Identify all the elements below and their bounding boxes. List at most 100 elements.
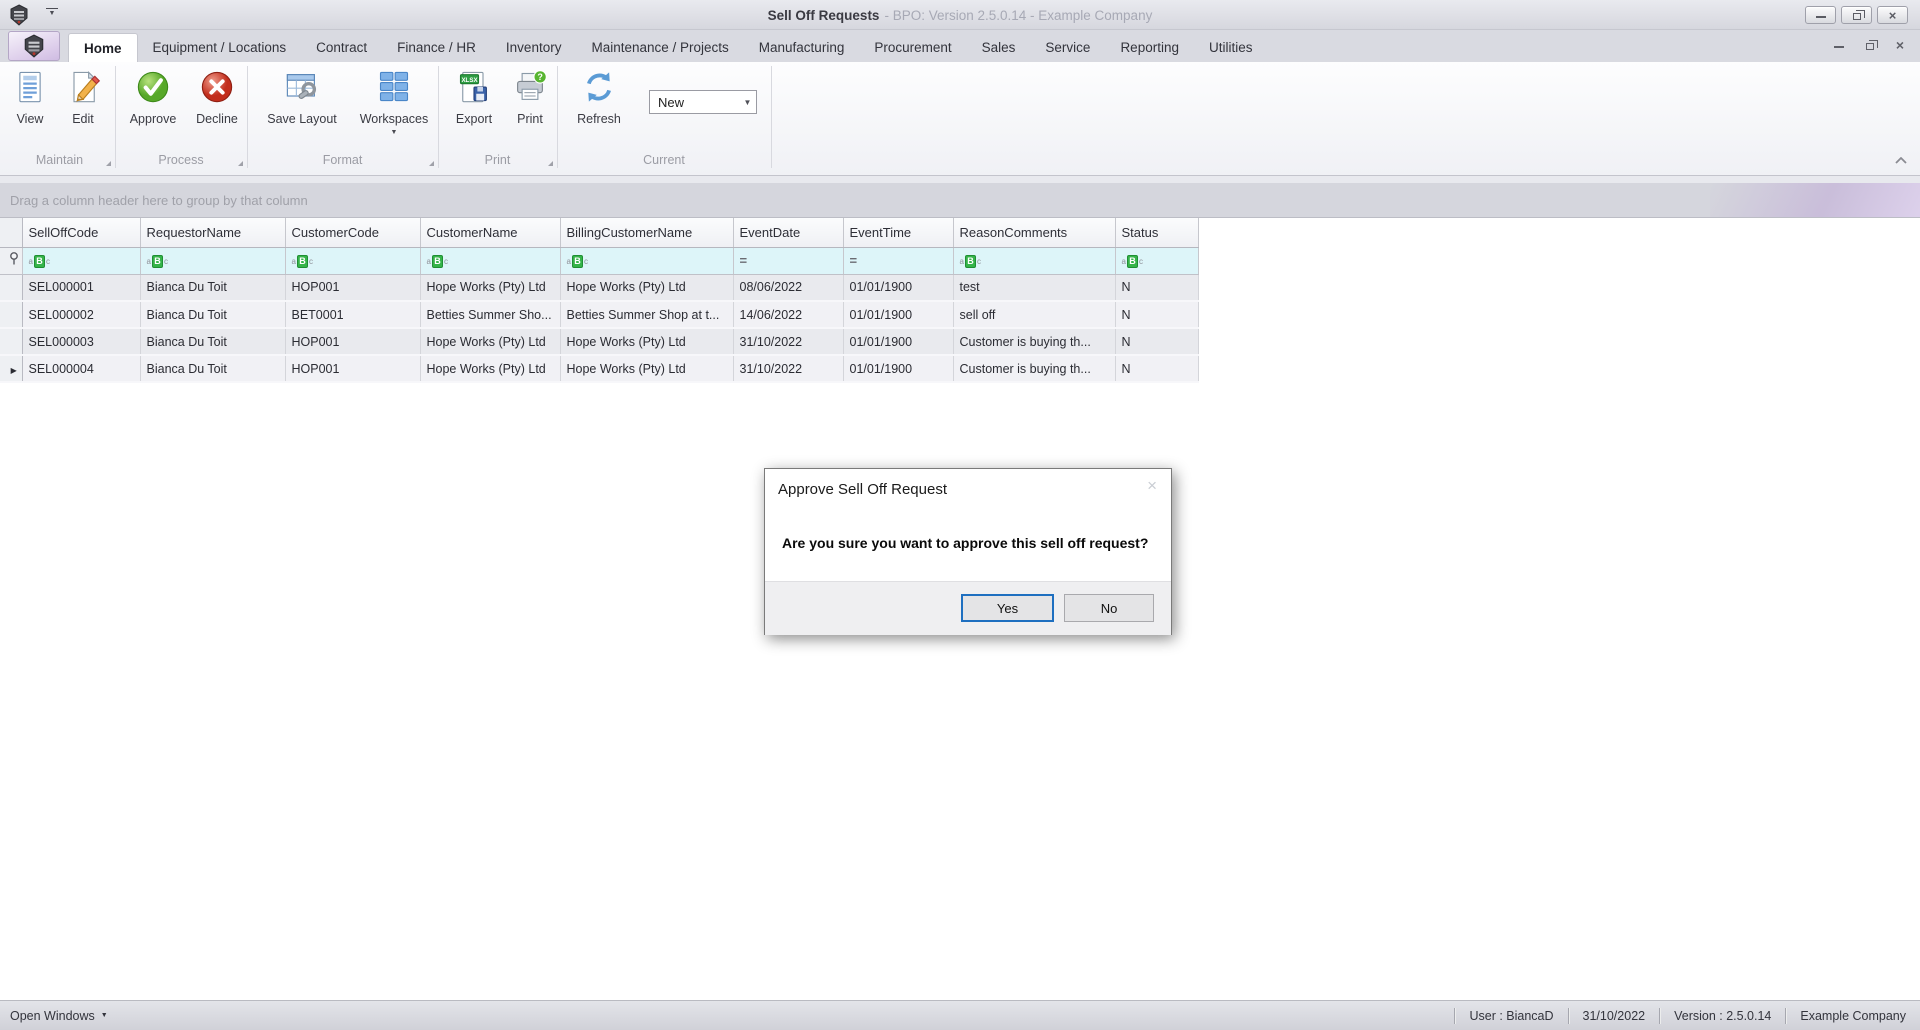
tab-equipment-locations[interactable]: Equipment / Locations — [138, 33, 302, 62]
cell-selloffcode[interactable]: SEL000001 — [22, 274, 141, 302]
table-row[interactable]: SEL000001 Bianca Du Toit HOP001 Hope Wor… — [0, 274, 1199, 302]
filter-cell-eventdate[interactable]: = — [733, 247, 844, 275]
no-button[interactable]: No — [1064, 594, 1154, 622]
cell-requestorname[interactable]: Bianca Du Toit — [140, 355, 286, 383]
cell-eventtime[interactable]: 01/01/1900 — [843, 328, 954, 356]
filter-cell-eventtime[interactable]: = — [843, 247, 954, 275]
cell-customercode[interactable]: HOP001 — [285, 274, 421, 302]
cell-billingcustomername[interactable]: Hope Works (Pty) Ltd — [560, 328, 734, 356]
cell-status[interactable]: N — [1115, 328, 1199, 356]
tab-finance-hr[interactable]: Finance / HR — [382, 33, 491, 62]
cell-requestorname[interactable]: Bianca Du Toit — [140, 274, 286, 302]
column-header-billingcustomername[interactable]: BillingCustomerName — [560, 218, 734, 248]
cell-eventdate[interactable]: 08/06/2022 — [733, 274, 844, 302]
filter-cell-billingcustomername[interactable]: aBc — [560, 247, 734, 275]
cell-selloffcode[interactable]: SEL000002 — [22, 301, 141, 329]
cell-selloffcode[interactable]: SEL000003 — [22, 328, 141, 356]
chevron-up-icon — [1895, 157, 1907, 164]
cell-billingcustomername[interactable]: Hope Works (Pty) Ltd — [560, 355, 734, 383]
cell-eventdate[interactable]: 14/06/2022 — [733, 301, 844, 329]
column-header-status[interactable]: Status — [1115, 218, 1199, 248]
cell-customername[interactable]: Hope Works (Pty) Ltd — [420, 328, 561, 356]
column-header-requestorname[interactable]: RequestorName — [140, 218, 286, 248]
child-restore-button[interactable] — [1865, 39, 1878, 50]
edit-button[interactable]: Edit — [58, 64, 108, 150]
column-header-eventdate[interactable]: EventDate — [733, 218, 844, 248]
cell-status[interactable]: N — [1115, 301, 1199, 329]
tab-manufacturing[interactable]: Manufacturing — [744, 33, 860, 62]
quick-access-dropdown-icon[interactable]: ▼ — [46, 8, 58, 18]
application-menu-button[interactable] — [8, 31, 60, 61]
save-layout-button[interactable]: Save Layout — [254, 64, 350, 150]
table-row[interactable]: SEL000003 Bianca Du Toit HOP001 Hope Wor… — [0, 328, 1199, 356]
cell-requestorname[interactable]: Bianca Du Toit — [140, 301, 286, 329]
cell-customercode[interactable]: HOP001 — [285, 328, 421, 356]
close-button[interactable]: × — [1877, 6, 1908, 24]
export-button[interactable]: XLSX Export — [446, 64, 502, 150]
app-logo-icon[interactable] — [8, 4, 30, 26]
group-dialog-launcher-icon[interactable] — [106, 161, 111, 166]
collapse-ribbon-button[interactable] — [1890, 152, 1912, 168]
column-header-selloffcode[interactable]: SellOffCode — [22, 218, 141, 248]
tab-sales[interactable]: Sales — [967, 33, 1031, 62]
workspaces-button[interactable]: Workspaces ▼ — [352, 64, 436, 150]
cell-reasoncomments[interactable]: test — [953, 274, 1116, 302]
dialog-close-icon[interactable]: × — [1147, 477, 1157, 494]
combobox-dropdown-icon[interactable]: ▼ — [739, 98, 756, 107]
cell-eventdate[interactable]: 31/10/2022 — [733, 355, 844, 383]
view-button[interactable]: View — [6, 64, 54, 150]
print-button[interactable]: ? Print — [506, 64, 554, 150]
cell-eventtime[interactable]: 01/01/1900 — [843, 355, 954, 383]
cell-status[interactable]: N — [1115, 355, 1199, 383]
filter-cell-customername[interactable]: aBc — [420, 247, 561, 275]
cell-customername[interactable]: Betties Summer Sho... — [420, 301, 561, 329]
filter-cell-customercode[interactable]: aBc — [285, 247, 421, 275]
cell-reasoncomments[interactable]: Customer is buying th... — [953, 355, 1116, 383]
group-dialog-launcher-icon[interactable] — [548, 161, 553, 166]
cell-reasoncomments[interactable]: Customer is buying th... — [953, 328, 1116, 356]
approve-button[interactable]: Approve — [122, 64, 184, 150]
table-row[interactable]: SEL000002 Bianca Du Toit BET0001 Betties… — [0, 301, 1199, 329]
cell-customername[interactable]: Hope Works (Pty) Ltd — [420, 274, 561, 302]
cell-billingcustomername[interactable]: Betties Summer Shop at t... — [560, 301, 734, 329]
refresh-button[interactable]: Refresh — [566, 64, 632, 150]
yes-button[interactable]: Yes — [961, 594, 1054, 622]
tab-service[interactable]: Service — [1030, 33, 1105, 62]
child-close-button[interactable]: × — [1896, 38, 1904, 52]
tab-reporting[interactable]: Reporting — [1105, 33, 1194, 62]
tab-inventory[interactable]: Inventory — [491, 33, 577, 62]
minimize-button[interactable] — [1805, 6, 1836, 24]
filter-cell-reasoncomments[interactable]: aBc — [953, 247, 1116, 275]
cell-reasoncomments[interactable]: sell off — [953, 301, 1116, 329]
tab-maintenance-projects[interactable]: Maintenance / Projects — [576, 33, 743, 62]
column-header-eventtime[interactable]: EventTime — [843, 218, 954, 248]
tab-utilities[interactable]: Utilities — [1194, 33, 1268, 62]
cell-eventtime[interactable]: 01/01/1900 — [843, 274, 954, 302]
open-windows-dropdown[interactable]: Open Windows ▼ — [0, 1009, 108, 1023]
tab-procurement[interactable]: Procurement — [859, 33, 966, 62]
cell-eventdate[interactable]: 31/10/2022 — [733, 328, 844, 356]
current-filter-combobox[interactable]: New ▼ — [649, 90, 757, 114]
cell-selloffcode[interactable]: SEL000004 — [22, 355, 141, 383]
cell-customercode[interactable]: HOP001 — [285, 355, 421, 383]
cell-customername[interactable]: Hope Works (Pty) Ltd — [420, 355, 561, 383]
cell-requestorname[interactable]: Bianca Du Toit — [140, 328, 286, 356]
tab-contract[interactable]: Contract — [301, 33, 382, 62]
cell-customercode[interactable]: BET0001 — [285, 301, 421, 329]
column-header-customercode[interactable]: CustomerCode — [285, 218, 421, 248]
group-dialog-launcher-icon[interactable] — [238, 161, 243, 166]
cell-eventtime[interactable]: 01/01/1900 — [843, 301, 954, 329]
restore-button[interactable] — [1841, 6, 1872, 24]
cell-status[interactable]: N — [1115, 274, 1199, 302]
group-dialog-launcher-icon[interactable] — [429, 161, 434, 166]
filter-cell-status[interactable]: aBc — [1115, 247, 1199, 275]
table-row[interactable]: ▶ SEL000004 Bianca Du Toit HOP001 Hope W… — [0, 355, 1199, 383]
cell-billingcustomername[interactable]: Hope Works (Pty) Ltd — [560, 274, 734, 302]
column-header-reasoncomments[interactable]: ReasonComments — [953, 218, 1116, 248]
child-minimize-button[interactable] — [1833, 46, 1844, 48]
filter-cell-selloffcode[interactable]: aBc — [22, 247, 141, 275]
decline-button[interactable]: Decline — [190, 64, 244, 150]
tab-home[interactable]: Home — [68, 33, 138, 62]
filter-cell-requestorname[interactable]: aBc — [140, 247, 286, 275]
column-header-customername[interactable]: CustomerName — [420, 218, 561, 248]
